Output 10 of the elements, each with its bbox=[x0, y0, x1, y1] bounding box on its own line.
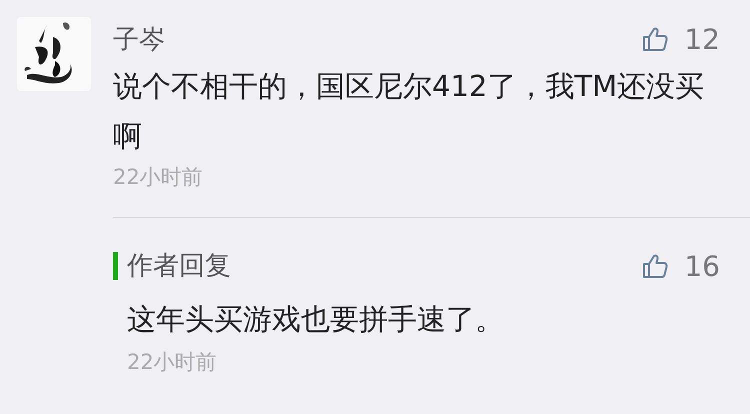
comment-time: 22小时前 bbox=[113, 164, 204, 191]
thumbs-up-icon bbox=[642, 253, 668, 279]
author-name[interactable]: 子岑 bbox=[113, 22, 165, 56]
like-button[interactable]: 16 bbox=[642, 250, 720, 282]
reply-text: 这年头买游戏也要拼手速了。 bbox=[126, 301, 505, 338]
like-button[interactable]: 12 bbox=[642, 22, 720, 56]
thumbs-up-icon bbox=[642, 26, 668, 52]
comment-text: 说个不相干的，国区尼尔412了，我TM还没买啊 bbox=[113, 68, 706, 155]
reply-time: 22小时前 bbox=[126, 349, 218, 376]
author-reply-label: 作者回复 bbox=[113, 252, 231, 280]
